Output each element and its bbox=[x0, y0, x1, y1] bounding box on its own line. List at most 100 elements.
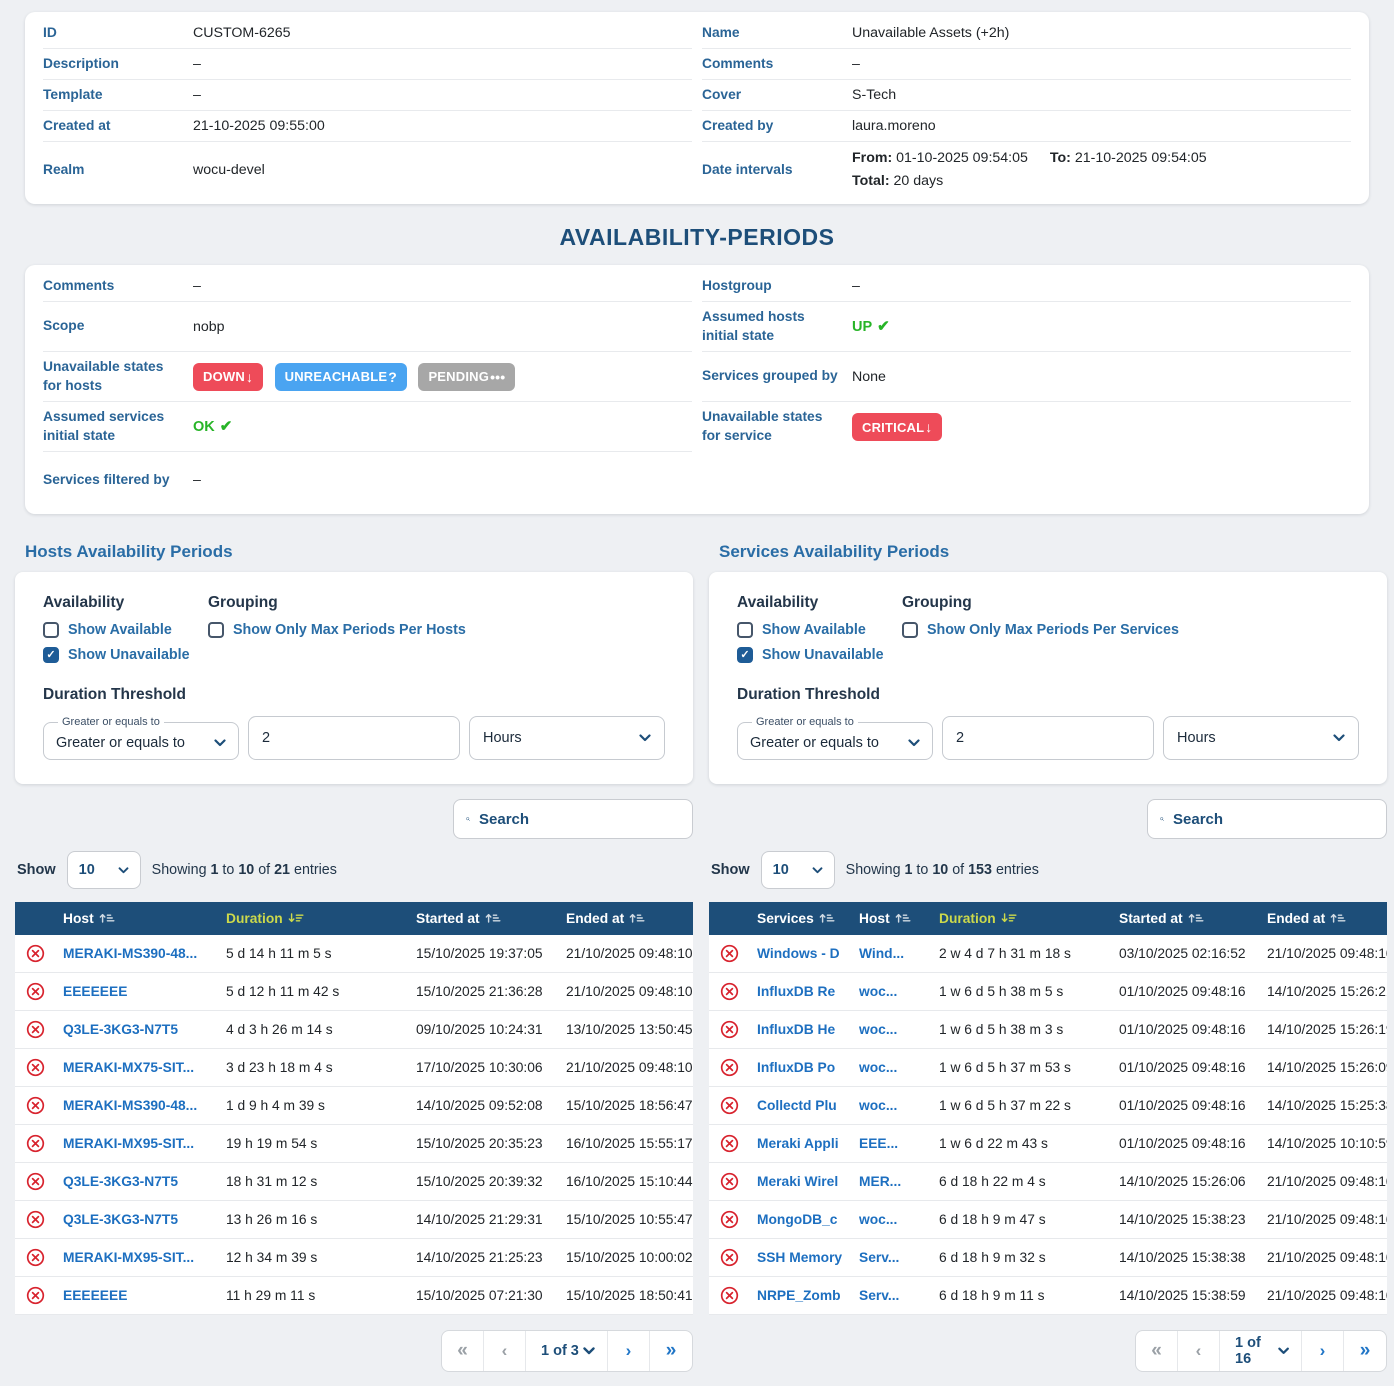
check-icon: ✔ bbox=[877, 318, 890, 335]
table-row: Meraki WirelMER...6 d 18 h 22 m 4 s14/10… bbox=[709, 1163, 1387, 1201]
checkbox-icon[interactable] bbox=[737, 622, 753, 638]
sort-icon bbox=[895, 911, 911, 925]
show-unavailable-checkbox[interactable]: Show Unavailable bbox=[737, 647, 902, 663]
host-link[interactable]: Wind... bbox=[859, 946, 923, 961]
first-page-button[interactable]: « bbox=[442, 1331, 484, 1371]
started-cell: 01/10/2025 09:48:16 bbox=[1111, 1125, 1259, 1163]
sortable-column-header[interactable]: Duration bbox=[931, 902, 1111, 935]
threshold-value-input[interactable] bbox=[956, 730, 1140, 746]
host-link[interactable]: Q3LE-3KG3-N7T5 bbox=[63, 1022, 210, 1037]
sortable-column-header[interactable]: Host bbox=[851, 902, 931, 935]
hosts-table: HostDurationStarted atEnded at MERAKI-MS3… bbox=[15, 902, 693, 1315]
threshold-value-input[interactable] bbox=[262, 730, 446, 746]
sortable-column-header[interactable]: Ended at bbox=[558, 902, 693, 935]
duration-cell: 6 d 18 h 9 m 32 s bbox=[931, 1239, 1111, 1277]
service-link[interactable]: SSH Memory bbox=[757, 1250, 843, 1265]
checkbox-icon[interactable] bbox=[737, 647, 753, 663]
realm-value: wocu-devel bbox=[193, 162, 692, 178]
host-link[interactable]: MER... bbox=[859, 1174, 923, 1189]
info-row-periods-comments: Comments – bbox=[43, 271, 692, 302]
prev-page-button[interactable]: ‹ bbox=[1178, 1331, 1220, 1371]
sort-icon bbox=[485, 911, 501, 925]
host-link[interactable]: MERAKI-MS390-48... bbox=[63, 946, 210, 961]
last-page-button[interactable]: » bbox=[1344, 1331, 1386, 1371]
search-input[interactable] bbox=[1173, 811, 1374, 828]
duration-cell: 3 d 23 h 18 m 4 s bbox=[218, 1049, 408, 1087]
checkbox-icon[interactable] bbox=[43, 622, 59, 638]
host-link[interactable]: woc... bbox=[859, 1060, 923, 1075]
host-link[interactable]: EEEEEEE bbox=[63, 984, 210, 999]
host-link[interactable]: Serv... bbox=[859, 1250, 923, 1265]
service-link[interactable]: Meraki Appli bbox=[757, 1136, 843, 1151]
ended-cell: 21/10/2025 09:48:10 bbox=[558, 935, 693, 973]
host-link[interactable]: Q3LE-3KG3-N7T5 bbox=[63, 1174, 210, 1189]
service-link[interactable]: Meraki Wirel bbox=[757, 1174, 843, 1189]
sortable-column-header[interactable]: Host bbox=[55, 902, 218, 935]
host-link[interactable]: woc... bbox=[859, 1022, 923, 1037]
checkbox-icon[interactable] bbox=[43, 647, 59, 663]
critical-status-cell bbox=[15, 1125, 55, 1163]
host-cell: woc... bbox=[851, 1087, 931, 1125]
sortable-column-header[interactable]: Services bbox=[749, 902, 851, 935]
table-row: Q3LE-3KG3-N7T513 h 26 m 16 s14/10/2025 2… bbox=[15, 1201, 693, 1239]
show-unavailable-checkbox[interactable]: Show Unavailable bbox=[43, 647, 208, 663]
checkbox-icon[interactable] bbox=[902, 622, 918, 638]
host-link[interactable]: MERAKI-MS390-48... bbox=[63, 1098, 210, 1113]
unit-select[interactable]: Hours bbox=[1163, 716, 1359, 760]
first-page-button[interactable]: « bbox=[1136, 1331, 1178, 1371]
sortable-column-header[interactable]: Started at bbox=[1111, 902, 1259, 935]
host-link[interactable]: EEEEEEE bbox=[63, 1288, 210, 1303]
page-select[interactable]: 1 of 3 bbox=[526, 1331, 608, 1371]
service-link[interactable]: InfluxDB Re bbox=[757, 984, 843, 999]
next-page-button[interactable]: › bbox=[608, 1331, 650, 1371]
page-size-select[interactable]: 10 bbox=[67, 851, 141, 889]
info-row-comments: Comments – bbox=[702, 49, 1351, 80]
description-value: – bbox=[193, 56, 692, 72]
service-link[interactable]: InfluxDB Po bbox=[757, 1060, 843, 1075]
service-link[interactable]: Windows - D bbox=[757, 946, 843, 961]
sortable-column-header[interactable]: Duration bbox=[218, 902, 408, 935]
services-periods-title: Services Availability Periods bbox=[709, 542, 1387, 562]
max-periods-checkbox[interactable]: Show Only Max Periods Per Hosts bbox=[208, 622, 665, 638]
table-row: EEEEEEE11 h 29 m 11 s15/10/2025 07:21:30… bbox=[15, 1277, 693, 1315]
unit-select[interactable]: Hours bbox=[469, 716, 665, 760]
show-available-checkbox[interactable]: Show Available bbox=[737, 622, 902, 638]
service-link[interactable]: Collectd Plu bbox=[757, 1098, 843, 1113]
host-link[interactable]: MERAKI-MX95-SIT... bbox=[63, 1250, 210, 1265]
host-link[interactable]: woc... bbox=[859, 984, 923, 999]
show-available-checkbox[interactable]: Show Available bbox=[43, 622, 208, 638]
page-select[interactable]: 1 of 16 bbox=[1220, 1331, 1302, 1371]
host-link[interactable]: MERAKI-MX95-SIT... bbox=[63, 1136, 210, 1151]
operator-select[interactable]: Greater or equals to Greater or equals t… bbox=[737, 716, 933, 760]
last-page-button[interactable]: » bbox=[650, 1331, 692, 1371]
service-link[interactable]: NRPE_Zomb bbox=[757, 1288, 843, 1303]
check-icon: ✔ bbox=[220, 418, 233, 435]
critical-status-cell bbox=[15, 1163, 55, 1201]
host-link[interactable]: Serv... bbox=[859, 1288, 923, 1303]
next-page-button[interactable]: › bbox=[1302, 1331, 1344, 1371]
page-size-select[interactable]: 10 bbox=[761, 851, 835, 889]
host-link[interactable]: MERAKI-MX75-SIT... bbox=[63, 1060, 210, 1075]
service-link[interactable]: MongoDB_c bbox=[757, 1212, 843, 1227]
ended-cell: 21/10/2025 09:48:10 bbox=[1259, 935, 1387, 973]
host-link[interactable]: woc... bbox=[859, 1212, 923, 1227]
max-periods-checkbox[interactable]: Show Only Max Periods Per Services bbox=[902, 622, 1359, 638]
report-info-card: ID CUSTOM-6265 Description – Template – … bbox=[25, 12, 1369, 204]
critical-status-cell bbox=[709, 1087, 749, 1125]
operator-select[interactable]: Greater or equals to Greater or equals t… bbox=[43, 716, 239, 760]
critical-state-badge: CRITICAL↓ bbox=[852, 413, 942, 441]
host-link[interactable]: EEE... bbox=[859, 1136, 923, 1151]
hosts-search-box bbox=[453, 799, 693, 839]
ended-cell: 16/10/2025 15:55:17 bbox=[558, 1125, 693, 1163]
duration-threshold-heading: Duration Threshold bbox=[737, 686, 1359, 704]
host-cell: MERAKI-MS390-48... bbox=[55, 1087, 218, 1125]
host-link[interactable]: woc... bbox=[859, 1098, 923, 1113]
checkbox-icon[interactable] bbox=[208, 622, 224, 638]
chevron-down-icon bbox=[812, 867, 823, 874]
prev-page-button[interactable]: ‹ bbox=[484, 1331, 526, 1371]
sortable-column-header[interactable]: Ended at bbox=[1259, 902, 1387, 935]
sortable-column-header[interactable]: Started at bbox=[408, 902, 558, 935]
search-input[interactable] bbox=[479, 811, 680, 828]
service-link[interactable]: InfluxDB He bbox=[757, 1022, 843, 1037]
host-link[interactable]: Q3LE-3KG3-N7T5 bbox=[63, 1212, 210, 1227]
